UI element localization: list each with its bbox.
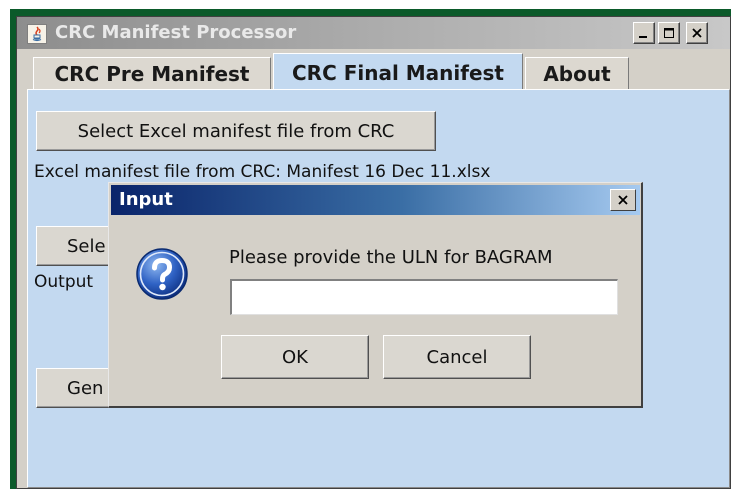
output-label: Output [34,272,94,292]
close-icon [618,195,628,205]
dialog-title-bar[interactable]: Input [111,185,640,215]
excel-file-label: Excel manifest file from CRC: Manifest 1… [34,162,491,182]
close-icon [692,28,702,38]
question-icon [136,248,188,300]
maximize-button[interactable] [658,22,680,44]
uln-input[interactable] [230,279,618,315]
minimize-button[interactable] [633,22,655,44]
maximize-icon [664,28,674,38]
select-excel-file-button[interactable]: Select Excel manifest file from CRC [36,111,436,151]
tab-strip: CRC Pre Manifest CRC Final Manifest Abou… [17,49,730,91]
window-title: CRC Manifest Processor [55,22,297,43]
close-button[interactable] [686,22,708,44]
ok-button[interactable]: OK [221,335,369,379]
input-dialog: Input Please provide the ULN for BAGRAM … [108,182,643,408]
minimize-icon [639,36,647,38]
dialog-close-button[interactable] [610,189,636,211]
java-app-icon [27,24,47,44]
tab-about[interactable]: About [525,57,629,89]
tab-crc-final-manifest[interactable]: CRC Final Manifest [273,53,523,91]
dialog-title: Input [119,189,173,210]
title-bar[interactable]: CRC Manifest Processor [17,17,730,49]
dialog-message: Please provide the ULN for BAGRAM [229,247,553,268]
cancel-button[interactable]: Cancel [383,335,531,379]
tab-crc-pre-manifest[interactable]: CRC Pre Manifest [33,57,271,89]
